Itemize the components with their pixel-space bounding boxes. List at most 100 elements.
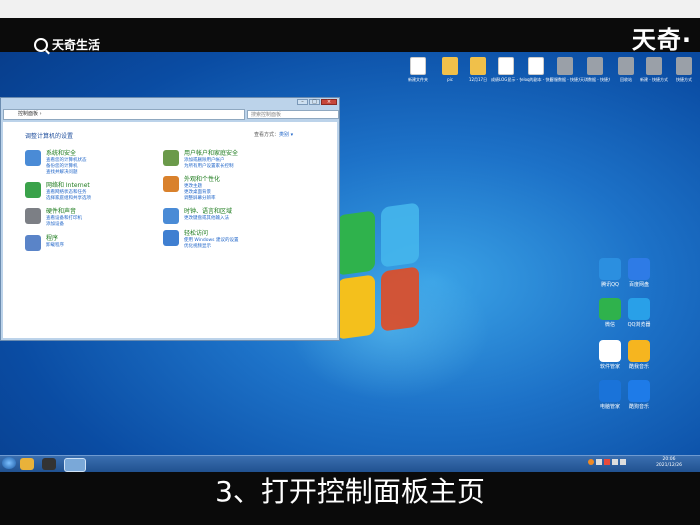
category-heading[interactable]: 时钟、语言和区域 bbox=[184, 208, 303, 216]
subtitle-caption: 3、打开控制面板主页 bbox=[215, 475, 485, 508]
desktop-icon[interactable]: 快捷方式 bbox=[669, 57, 699, 82]
tray-icon[interactable] bbox=[596, 459, 602, 465]
control-panel-category: 硬件和声音 查看设备和打印机 添加设备 bbox=[25, 208, 165, 228]
file-icon bbox=[498, 57, 514, 75]
app-label: QQ浏览器 bbox=[627, 322, 651, 328]
desktop-icon-label: 新建文件夹 bbox=[408, 77, 428, 82]
app-icon bbox=[628, 298, 650, 320]
desktop-app-shortcut[interactable]: 腾讯QQ bbox=[596, 258, 624, 288]
tray-icons[interactable] bbox=[588, 459, 644, 468]
category-link[interactable]: 查找并解决问题 bbox=[46, 170, 165, 176]
desktop-icon-label: 客服数据 - 快捷方式 bbox=[550, 77, 580, 82]
desktop-icon[interactable]: 新建 - 快捷方式 bbox=[639, 57, 669, 82]
category-icon bbox=[163, 208, 179, 224]
minimize-button[interactable]: – bbox=[297, 99, 308, 105]
app-icon bbox=[599, 380, 621, 402]
tray-icon[interactable] bbox=[588, 459, 594, 465]
start-button[interactable] bbox=[2, 457, 16, 469]
desktop-icon[interactable]: 成绩LOG显示 - 快捷方式 bbox=[491, 57, 521, 82]
window-controls: – □ × bbox=[297, 99, 337, 105]
category-link[interactable]: 卸载程序 bbox=[46, 243, 165, 249]
file-icon bbox=[557, 57, 573, 75]
category-icon bbox=[163, 150, 179, 166]
close-button[interactable]: × bbox=[321, 99, 337, 105]
category-icon bbox=[25, 208, 41, 224]
category-link[interactable]: 更改键盘或其他输入法 bbox=[184, 216, 303, 222]
search-icon bbox=[34, 37, 48, 52]
tray-icon[interactable] bbox=[620, 459, 626, 465]
desktop-icon[interactable]: pic bbox=[435, 57, 465, 82]
desktop-app-shortcut[interactable]: 百度网盘 bbox=[625, 258, 653, 288]
tray-icon[interactable] bbox=[604, 459, 610, 465]
desktop-icon[interactable]: 新建文件夹 bbox=[403, 57, 433, 82]
category-heading[interactable]: 硬件和声音 bbox=[46, 208, 165, 216]
address-bar: 控制面板 › 搜索控制面板 bbox=[3, 108, 339, 120]
category-icon bbox=[163, 230, 179, 246]
address-field[interactable]: 控制面板 › bbox=[3, 108, 245, 120]
desktop-icon-label: 快捷方式 bbox=[676, 77, 692, 82]
app-icon bbox=[628, 340, 650, 362]
control-panel-content: 调整计算机的设置 查看方式：类别 ▾ 系统和安全 查看您的计算机状态 备份您的计算机… bbox=[3, 122, 337, 338]
app-label: 酷我音乐 bbox=[628, 364, 649, 370]
desktop-icon-label: 回收站 bbox=[620, 77, 632, 82]
brand-logo: 天奇生活 bbox=[34, 36, 100, 53]
folder-icon bbox=[470, 57, 486, 75]
category-icon bbox=[25, 150, 41, 166]
category-link[interactable]: 选择家庭组和共享选项 bbox=[46, 196, 165, 202]
category-link[interactable]: 为所有用户设置家长控制 bbox=[184, 164, 303, 170]
category-heading[interactable]: 轻松访问 bbox=[184, 230, 303, 238]
desktop-app-shortcut[interactable]: 酷我音乐 bbox=[625, 340, 653, 370]
page-title: 调整计算机的设置 bbox=[25, 133, 74, 140]
category-link[interactable]: 优化视频显示 bbox=[184, 244, 303, 250]
desktop-icon-label: 新建 - 快捷方式 bbox=[640, 77, 668, 82]
category-icon bbox=[163, 176, 179, 192]
category-link[interactable]: 调整屏幕分辨率 bbox=[184, 196, 303, 202]
app-label: 微信 bbox=[604, 322, 615, 328]
desktop-app-shortcut[interactable]: 微信 bbox=[596, 298, 624, 328]
view-by-dropdown[interactable]: 类别 ▾ bbox=[279, 132, 293, 138]
address-text: 控制面板 › bbox=[18, 110, 42, 117]
desktop-app-shortcut[interactable]: 酷狗音乐 bbox=[625, 380, 653, 410]
file-icon bbox=[618, 57, 634, 75]
category-heading[interactable]: 网络和 Internet bbox=[46, 182, 165, 190]
control-panel-window[interactable]: – □ × 控制面板 › 搜索控制面板 调整计算机的设置 查看方式：类别 ▾ 系… bbox=[0, 97, 340, 341]
category-icon bbox=[25, 182, 41, 198]
clock-date: 2021/12/26 bbox=[656, 463, 682, 468]
control-panel-category: 网络和 Internet 查看网络状态和任务 选择家庭组和共享选项 bbox=[25, 182, 165, 202]
desktop-icon[interactable]: 客服数据 - 快捷方式 bbox=[550, 57, 580, 82]
app-icon bbox=[599, 258, 621, 280]
explorer-icon[interactable] bbox=[42, 458, 56, 470]
system-clock[interactable]: 20:06 2021/12/26 bbox=[656, 457, 682, 469]
desktop-icon[interactable]: 回收站 bbox=[611, 57, 641, 82]
desktop-app-shortcut[interactable]: QQ浏览器 bbox=[625, 298, 653, 328]
category-link[interactable]: 添加设备 bbox=[46, 222, 165, 228]
desktop-icon-label: 成绩LOG显示 - 快捷方式 bbox=[491, 77, 521, 82]
category-heading[interactable]: 程序 bbox=[46, 235, 165, 243]
category-heading[interactable]: 用户帐户和家庭安全 bbox=[184, 150, 303, 158]
desktop-icon[interactable]: 天琪数据 - 快捷方式 bbox=[580, 57, 610, 82]
category-heading[interactable]: 外观和个性化 bbox=[184, 176, 303, 184]
video-top-bar bbox=[0, 18, 700, 52]
view-by-label: 查看方式： bbox=[254, 132, 280, 138]
monitor-bezel-top bbox=[0, 0, 700, 18]
search-input[interactable]: 搜索控制面板 bbox=[247, 109, 339, 119]
control-panel-category: 用户帐户和家庭安全 添加或删除用户帐户 为所有用户设置家长控制 bbox=[163, 150, 303, 170]
desktop-app-shortcut[interactable]: 软件管家 bbox=[596, 340, 624, 370]
category-heading[interactable]: 系统和安全 bbox=[46, 150, 165, 158]
window-titlebar[interactable] bbox=[1, 98, 339, 107]
brand-logo-text: 天奇生活 bbox=[52, 38, 101, 52]
file-icon bbox=[646, 57, 662, 75]
app-label: 腾讯QQ bbox=[601, 282, 619, 288]
maximize-button[interactable]: □ bbox=[309, 99, 320, 105]
file-icon bbox=[410, 57, 426, 75]
folder-icon bbox=[442, 57, 458, 75]
desktop-icon[interactable]: eloq的副本 - 快捷方式 bbox=[521, 57, 551, 82]
desktop-icon[interactable]: 12月17日 bbox=[463, 57, 493, 82]
ie-icon[interactable] bbox=[20, 458, 34, 470]
app-label: 酷狗音乐 bbox=[628, 404, 649, 410]
desktop-icon-label: eloq的副本 - 快捷方式 bbox=[521, 77, 551, 82]
app-label: 电脑管家 bbox=[599, 404, 620, 410]
desktop-app-shortcut[interactable]: 电脑管家 bbox=[596, 380, 624, 410]
tray-icon[interactable] bbox=[612, 459, 618, 465]
control-panel-taskbar-icon[interactable] bbox=[64, 458, 86, 472]
